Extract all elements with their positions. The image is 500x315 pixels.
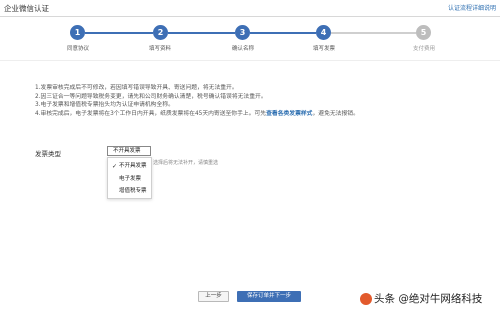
top-bar: 企业微信认证 认证流程详细说明 — [0, 0, 500, 17]
step-connector — [85, 32, 153, 34]
note-1: 1.发票审核完成后不可修改，若因填写错误导致开具、寄送问题，将无法重开。 — [35, 85, 238, 91]
step-connector — [331, 32, 416, 34]
step-5-circle: 5 — [416, 25, 431, 40]
step-3-label: 确认名称 — [231, 46, 254, 52]
invoice-notes: 1.发票审核完成后不可修改，若因填写错误导致开具、寄送问题，将无法重开。 2.因… — [35, 84, 475, 118]
page-title: 企业微信认证 — [4, 4, 49, 13]
note-4-text: 4.审核完成后，电子发票将在3个工作日内开具，纸质发票将在45天内寄送至你手上。… — [35, 110, 267, 117]
step-1-circle: 1 — [70, 25, 85, 40]
divider — [0, 60, 500, 61]
watermark: 头条 @绝对牛网络科技 — [360, 291, 482, 307]
step-2-circle: 2 — [153, 25, 168, 40]
step-5-label: 支付费用 — [412, 46, 435, 52]
step-4-label: 填写发票 — [312, 46, 335, 52]
option-no-invoice[interactable]: ✓ 不开具发票 — [108, 161, 152, 172]
note-2: 2.因三证合一等问题导致税务变更，请先和公司财务确认清楚，税号确认错误将无法重开… — [35, 93, 267, 100]
note-4-tail: ，避免无法报销。 — [312, 110, 359, 117]
prev-step-button[interactable]: 上一步 — [198, 291, 229, 302]
option-electronic-invoice[interactable]: 电子发票 — [108, 174, 152, 185]
step-3-circle: 3 — [235, 25, 250, 40]
watermark-logo-icon — [360, 293, 372, 305]
save-and-next-button[interactable]: 保存订单并下一步 — [237, 291, 301, 302]
invoice-samples-link[interactable]: 查看各类发票样式 — [266, 111, 312, 117]
invoice-type-dropdown: ✓ 不开具发票 电子发票 增值税专票 — [107, 157, 152, 199]
progress-steps: 1 2 3 4 5 同意协议 填写资料 确认名称 填写发票 支付费用 — [0, 22, 500, 54]
note-4: 4.审核完成后，电子发票将在3个工作日内开具，纸质发票将在45天内寄送至你手上。… — [35, 110, 475, 119]
step-2-label: 填写资料 — [148, 46, 171, 52]
invoice-type-select[interactable]: 不开具发票 — [107, 146, 151, 156]
step-connector — [168, 32, 235, 34]
option-label: 不开具发票 — [119, 163, 147, 169]
check-icon: ✓ — [112, 163, 118, 170]
note-3: 3.电子发票和增值税专票抬头均为认证申请机构全称。 — [35, 102, 174, 108]
step-4-circle: 4 — [316, 25, 331, 40]
watermark-text: 头条 @绝对牛网络科技 — [374, 293, 483, 305]
step-1-label: 同意协议 — [66, 46, 89, 52]
help-link[interactable]: 认证流程详细说明 — [448, 3, 496, 12]
option-vat-special-invoice[interactable]: 增值税专票 — [108, 186, 152, 197]
step-connector — [250, 32, 316, 34]
invoice-type-hint: 选择后将无法补开，请慎重选 — [153, 160, 219, 166]
invoice-type-label: 发票类型 — [35, 150, 61, 158]
